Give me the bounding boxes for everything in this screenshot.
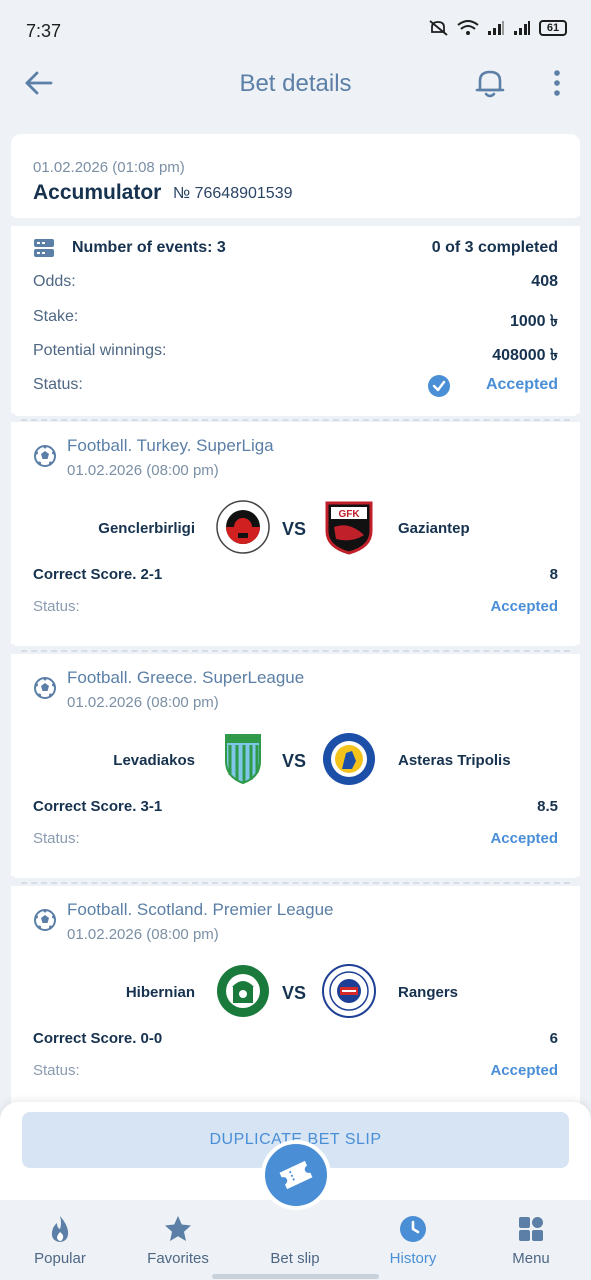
status-label: Status: (33, 376, 83, 393)
stake-value: 1000 ৳ (509, 313, 558, 330)
bet-odds: 8.5 (537, 798, 558, 815)
divider (11, 419, 580, 421)
event-card[interactable]: Football. Turkey. SuperLiga 01.02.2026 (… (11, 422, 580, 646)
status-icons: 61 (429, 20, 567, 36)
nav-popular[interactable]: Popular (5, 1200, 115, 1280)
versus-label: VS (282, 983, 307, 1003)
gaziantep-logo-icon: GFK (325, 501, 373, 555)
away-team: Asteras Tripolis (398, 752, 511, 769)
bottom-nav: Popular Favorites Bet slip History Menu (0, 1200, 591, 1280)
check-circle-icon (428, 375, 450, 397)
battery-indicator: 61 (539, 20, 567, 36)
ticket-icon (279, 1160, 313, 1190)
star-icon (165, 1216, 191, 1241)
winnings-row: Potential winnings: 408000 ৳ (33, 342, 558, 366)
league-name: Football. Turkey. SuperLiga (67, 436, 274, 455)
signal-icon-2 (514, 21, 530, 35)
divider (11, 650, 580, 652)
home-team: Hibernian (125, 984, 195, 1001)
mute-icon (429, 20, 448, 36)
home-team: Levadiakos (113, 752, 195, 769)
bet-header-card: 01.02.2026 (01:08 pm) Accumulator № 7664… (11, 134, 580, 218)
stake-label: Stake: (33, 308, 79, 325)
versus-label: VS (282, 751, 307, 771)
events-count: Number of events: 3 (72, 239, 226, 256)
nav-history[interactable]: History (358, 1200, 468, 1280)
nav-label: Popular (34, 1250, 86, 1267)
rangers-logo-icon (322, 964, 376, 1018)
bet-number: № 76648901539 (173, 185, 293, 202)
winnings-value: 408000 ৳ (492, 347, 558, 364)
events-completed: 0 of 3 completed (431, 239, 558, 256)
hibernian-logo-icon (217, 965, 269, 1017)
home-team: Genclerbirligi (98, 520, 195, 537)
event-card[interactable]: Football. Scotland. Premier League 01.02… (11, 886, 580, 1110)
bet-market: Correct Score. 3-1 (33, 798, 163, 815)
status-row: Status: Accepted (33, 375, 558, 400)
versus-label: VS (282, 519, 307, 539)
stake-row: Stake: 1000 ৳ (33, 308, 558, 332)
event-status-label: Status: (33, 598, 80, 615)
nav-label: Bet slip (270, 1250, 320, 1267)
bet-slip-fab[interactable] (261, 1140, 331, 1210)
nav-label: History (389, 1250, 437, 1267)
levadiakos-logo-icon (225, 734, 261, 785)
events-list-icon (34, 239, 54, 257)
event-status-label: Status: (33, 1062, 80, 1079)
bet-odds: 6 (549, 1030, 558, 1047)
more-vertical-icon[interactable] (544, 68, 570, 98)
odds-label: Odds: (33, 273, 76, 290)
bet-datetime: 01.02.2026 (01:08 pm) (33, 159, 185, 176)
bell-icon[interactable] (474, 66, 506, 100)
signal-icon (488, 21, 504, 35)
clock-icon (400, 1216, 426, 1242)
status-bar: 7:37 61 (0, 0, 591, 46)
flame-icon (51, 1216, 69, 1242)
football-icon (34, 909, 56, 931)
status-time: 7:37 (26, 21, 62, 41)
grid-icon (519, 1217, 543, 1241)
bet-market: Correct Score. 0-0 (33, 1030, 163, 1047)
event-status-value: Accepted (490, 830, 558, 847)
bet-type: Accumulator (33, 181, 162, 204)
league-name: Football. Greece. SuperLeague (67, 668, 305, 687)
odds-value: 408 (531, 273, 558, 290)
divider (11, 882, 580, 884)
event-status-value: Accepted (490, 1062, 558, 1079)
home-indicator (212, 1274, 379, 1279)
genclerbirligi-logo-icon (216, 500, 270, 554)
event-status-value: Accepted (490, 598, 558, 615)
event-date: 01.02.2026 (08:00 pm) (67, 926, 219, 943)
nav-menu[interactable]: Menu (476, 1200, 586, 1280)
away-team: Gaziantep (398, 520, 470, 537)
nav-bet-slip[interactable]: Bet slip (240, 1200, 350, 1280)
nav-label: Favorites (147, 1250, 209, 1267)
event-card[interactable]: Football. Greece. SuperLeague 01.02.2026… (11, 654, 580, 878)
event-status-label: Status: (33, 830, 80, 847)
nav-favorites[interactable]: Favorites (123, 1200, 233, 1280)
bet-market: Correct Score. 2-1 (33, 566, 163, 583)
wifi-icon (457, 20, 479, 35)
bet-odds: 8 (549, 566, 558, 583)
asteras-tripolis-logo-icon (323, 733, 375, 785)
football-icon (34, 445, 56, 467)
event-date: 01.02.2026 (08:00 pm) (67, 462, 219, 479)
event-date: 01.02.2026 (08:00 pm) (67, 694, 219, 711)
status-value: Accepted (485, 376, 558, 393)
app-header: Bet details (0, 46, 591, 124)
bet-summary-card: Number of events: 3 0 of 3 completed Odd… (11, 226, 580, 416)
league-name: Football. Scotland. Premier League (67, 900, 334, 919)
svg-text:GFK: GFK (338, 509, 360, 520)
nav-label: Menu (512, 1250, 550, 1267)
away-team: Rangers (398, 984, 459, 1001)
football-icon (34, 677, 56, 699)
winnings-label: Potential winnings: (33, 342, 167, 359)
odds-row: Odds: 408 (33, 273, 558, 297)
